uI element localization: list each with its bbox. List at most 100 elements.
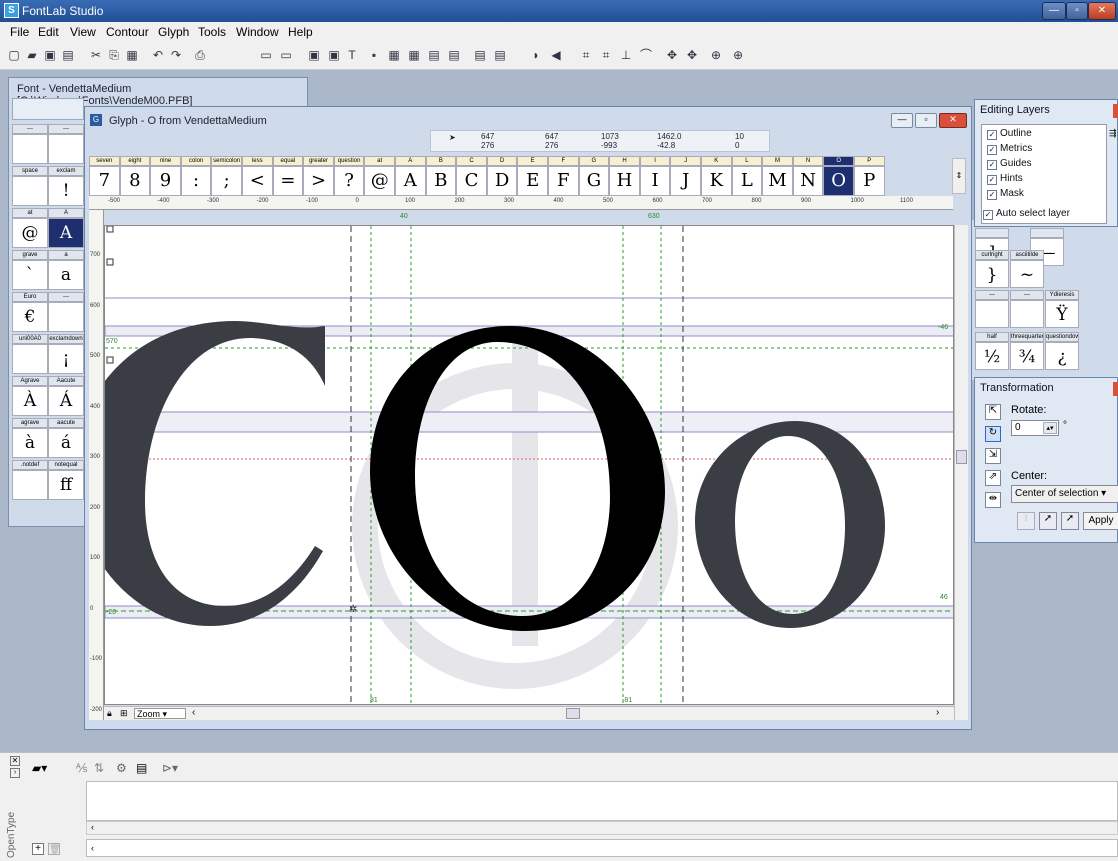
strip-cell-glyph[interactable]: C [456,166,487,196]
open-icon[interactable]: ▰ [24,47,40,63]
strip-cell-glyph[interactable]: @ [364,166,395,196]
strip-cell-glyph[interactable]: ; [211,166,242,196]
font-cell-glyph[interactable]: ff [48,470,84,500]
strip-cell-glyph[interactable]: : [180,166,212,196]
font-cell-glyph[interactable] [1010,300,1044,328]
layer-mask-checkbox[interactable]: ✓ Mask [987,188,1024,200]
print-icon[interactable]: ⎙ [192,47,208,63]
menu-glyph[interactable]: Glyph [158,25,189,39]
ot-tool-icon-3[interactable]: ⇅ [94,761,104,775]
font-cell-glyph[interactable]: @ [12,218,48,248]
scroll-left-icon[interactable]: ‹ [192,707,195,718]
panel4-icon[interactable]: ▤ [492,47,508,63]
menu-file[interactable]: File [10,25,29,39]
layers-options-icon[interactable]: ⇶ [1109,128,1117,139]
close-button[interactable]: ✕ [1088,2,1116,20]
strip-cell-glyph[interactable]: B [425,166,457,196]
add-feature-button[interactable]: + [32,843,44,855]
glyph-close-button[interactable]: ✕ [939,113,967,128]
strip-cell-glyph[interactable]: I [639,166,671,196]
menu-tools[interactable]: Tools [198,25,226,39]
slant-transform-icon[interactable]: ⇗ [985,470,1001,486]
fit-icon[interactable]: ⊞ [120,708,128,719]
layer-outline-checkbox[interactable]: ✓ Outline [987,128,1032,140]
maximize-button[interactable]: ▫ [1066,2,1088,20]
transform-icon-a[interactable]: ⁝ [1017,512,1035,530]
strip-cell-glyph[interactable]: = [272,166,304,196]
new-icon[interactable]: ▢ [6,47,22,63]
text-icon[interactable]: T [344,47,360,63]
editing-layers-close[interactable] [1113,104,1118,118]
ot-features-list[interactable] [86,781,1118,821]
transform-icon-c[interactable]: ➚ [1061,512,1079,530]
menu-edit[interactable]: Edit [38,25,59,39]
transform-icon[interactable]: ⌗ [578,47,594,63]
strip-cell-glyph[interactable]: < [242,166,273,196]
transform2-icon[interactable]: ⌗ [598,47,614,63]
glyph-canvas[interactable]: ✲ [104,225,954,705]
strip-cell-glyph[interactable]: K [701,166,732,196]
menu-help[interactable]: Help [288,25,313,39]
panel2-icon[interactable]: ▤ [446,47,462,63]
zoom-dropdown[interactable]: Zoom ▾ [134,708,186,719]
font-cell-glyph[interactable]: ¿ [1045,342,1079,370]
cut-icon[interactable]: ✂ [88,47,104,63]
move-icon[interactable]: ✥ [664,47,680,63]
save-icon[interactable]: ▣ [42,47,58,63]
minimize-button[interactable]: — [1042,2,1066,20]
center2-icon[interactable]: ⊕ [730,47,746,63]
font-cell-glyph[interactable]: } [975,260,1009,288]
delete-feature-icon[interactable]: 🗑︎ [48,843,60,855]
font-cell-glyph[interactable]: À [12,386,48,416]
ot-tool-icon-2[interactable]: ⅍ [76,761,87,775]
grid-icon[interactable]: ▦ [406,47,422,63]
font-cell-glyph[interactable] [12,344,48,374]
transform-icon-b[interactable]: ➚ [1039,512,1057,530]
strip-cell-glyph[interactable]: > [303,166,334,196]
glyph-view-icon[interactable]: ▣ [306,47,322,63]
layer-metrics-checkbox[interactable]: ✓ Metrics [987,143,1032,155]
redo-icon[interactable]: ↷ [168,47,184,63]
panel-close-icon[interactable]: ✕ [10,756,20,766]
strip-cell-glyph[interactable]: ? [333,166,365,196]
bookmark-icon[interactable]: ◗ [528,47,544,63]
hscroll-thumb[interactable] [566,708,580,719]
font-cell-glyph[interactable]: a [48,260,84,290]
font-cell-glyph[interactable]: ¾ [1010,342,1044,370]
ot-code-scrollbar[interactable]: ‹ [86,839,1118,857]
strip-cell-glyph[interactable]: L [731,166,763,196]
panel-pin-icon[interactable]: › [10,768,20,778]
vscroll-thumb[interactable] [956,450,967,464]
strip-scroll-icon[interactable]: ⇕ [952,158,966,194]
font-cell-glyph[interactable]: ! [48,176,84,206]
font-cell-glyph[interactable]: á [48,428,84,458]
strip-cell-glyph[interactable]: 8 [119,166,151,196]
strip-cell-glyph[interactable]: P [854,166,885,196]
strip-cell-glyph[interactable]: O [823,166,854,196]
move2-icon[interactable]: ✥ [684,47,700,63]
curve-icon[interactable]: ⌒ [638,47,654,63]
strip-cell-glyph[interactable]: G [578,166,610,196]
rotate-transform-icon[interactable]: ↻ [985,426,1001,442]
strip-cell-glyph[interactable]: A [395,166,426,196]
scale-transform-icon[interactable]: ⇲ [985,448,1001,464]
center-select[interactable]: Center of selection ▾ [1011,485,1118,503]
font-view-icon[interactable]: ▭ [258,47,274,63]
align-icon[interactable]: ⊥ [618,47,634,63]
table-icon[interactable]: ▦ [386,47,402,63]
font-cell-glyph[interactable]: Á [48,386,84,416]
menu-contour[interactable]: Contour [106,25,149,39]
strip-cell-glyph[interactable]: M [762,166,793,196]
font-cell-glyph[interactable]: ` [12,260,48,290]
strip-cell-glyph[interactable]: D [486,166,518,196]
ot-features-scrollbar[interactable]: ‹ [86,821,1118,835]
metrics-icon[interactable]: ▭ [278,47,294,63]
layer-hints-checkbox[interactable]: ✓ Hints [987,173,1023,185]
font-cell-glyph[interactable]: ~ [1010,260,1044,288]
font-cell-glyph[interactable]: € [12,302,48,332]
glyph-vertical-scrollbar[interactable] [954,225,968,720]
layer-guides-checkbox[interactable]: ✓ Guides [987,158,1032,170]
scroll-right-icon[interactable]: › [936,707,939,718]
font-cell-glyph[interactable]: ¡ [48,344,84,374]
glyph-horizontal-scrollbar[interactable]: 🔒︎ ⊞ Zoom ▾ ‹ › [104,706,954,720]
